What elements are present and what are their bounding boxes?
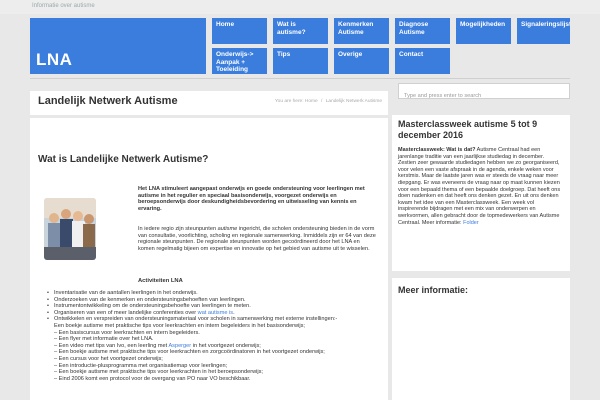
content-heading: Wat is Landelijke Netwerk Autisme? [38, 154, 209, 165]
intro-text: Het LNA stimuleert aangepast onderwijs e… [138, 186, 365, 212]
list-item-text: . [233, 309, 235, 316]
masterclass-body: Autisme Centraal had een jarenlange trad… [398, 147, 561, 226]
sub-item-text: in het voortgezet onderwijs; [191, 342, 261, 349]
page-title-bar: Landelijk Netwerk Autisme You are here: … [30, 91, 388, 115]
breadcrumb-current: Landelijk Netwerk Autisme [325, 99, 382, 104]
list-item: Instrumentontwikkeling om de ondersteuni… [46, 303, 376, 310]
wat-autisme-is-link[interactable]: wat autisme is [198, 310, 233, 316]
breadcrumb-separator: / [321, 99, 323, 104]
sub-item: – Een introductie-plusprogramma met orga… [54, 362, 228, 369]
main-content: Wat is Landelijke Netwerk Autisme? Het L… [30, 118, 388, 400]
top-bar: Informatie over autisme [0, 0, 600, 14]
masterclass-widget: Masterclassweek autisme 5 tot 9 december… [392, 115, 570, 271]
nav-wat-is-autisme[interactable]: Wat is autisme? [273, 18, 328, 44]
page-title: Landelijk Netwerk Autisme [38, 95, 178, 107]
nav-overige[interactable]: Overige [334, 48, 389, 74]
masterclass-lead: Masterclassweek: Wat is dat? [398, 147, 476, 153]
breadcrumb-prefix: You are here: [274, 99, 304, 104]
site-tagline: Informatie over autisme [32, 3, 95, 9]
nav-home[interactable]: Home [212, 18, 267, 44]
sub-item: – Een cursus voor het voortgezet onderwi… [54, 355, 163, 362]
header-divider [30, 78, 570, 79]
sub-item: – Eind 2006 komt een protocol voor de ov… [54, 375, 251, 382]
nav-diagnose[interactable]: Diagnose Autisme [395, 18, 450, 44]
nav-signaleringslijsten[interactable]: Signaleringslijsten [517, 18, 570, 44]
list-item: Organiseren van een of meer landelijke c… [46, 310, 376, 317]
sub-item: – Een boekje autisme met praktische tips… [54, 369, 263, 376]
para-emphasis: autisme [217, 226, 238, 232]
nav-kenmerken[interactable]: Kenmerken Autisme [334, 18, 389, 44]
sub-item: – Een boekje autisme met praktische tips… [54, 349, 325, 356]
meer-informatie-title: Meer informatie: [398, 285, 469, 295]
masterclass-text: Masterclassweek: Wat is dat? Autisme Cen… [398, 147, 562, 226]
sub-item: – Een video met tips van Ivo, een leerli… [46, 343, 376, 350]
list-item: Inventarisatie van de aantallen leerling… [46, 290, 376, 297]
sub-item: – Een flyer met informatie over het LNA. [54, 336, 154, 343]
search-input[interactable] [399, 89, 569, 103]
nav-tips[interactable]: Tips [273, 48, 328, 74]
breadcrumb: You are here: Home / Landelijk Netwerk A… [275, 99, 382, 104]
list-item: Onderzoeken van de kenmerken en onderste… [46, 297, 376, 304]
para-before: In iedere regio zijn steunpunten [138, 226, 218, 232]
list-item-text: Organiseren van een of meer landelijke c… [54, 309, 198, 316]
breadcrumb-home[interactable]: Home [305, 99, 318, 104]
nav-contact[interactable]: Contact [395, 48, 450, 74]
asperger-link[interactable]: Asperger [168, 343, 191, 349]
folder-link[interactable]: Folder [463, 220, 479, 226]
logo-text[interactable]: LNA [36, 50, 72, 70]
site-logo[interactable]: LNA [30, 18, 206, 74]
activities-heading: Activiteiten LNA [138, 278, 183, 284]
activities-list: Inventarisatie van de aantallen leerling… [46, 290, 376, 382]
sub-item: – Een basiscursus voor leerkrachten en i… [54, 329, 200, 336]
list-item: Ontwikkelen en verspreiden van ondersteu… [46, 316, 376, 323]
sub-item: Een boekje autisme met praktische tips v… [54, 322, 305, 329]
meer-informatie-widget: Meer informatie: [392, 278, 570, 400]
children-photo [44, 198, 96, 260]
search-box[interactable] [398, 83, 570, 103]
sub-item-text: – Een video met tips van Ivo, een leerli… [54, 342, 169, 349]
steunpunten-paragraph: In iedere regio zijn steunpunten autisme… [138, 226, 378, 252]
nav-onderwijs[interactable]: Onderwijs-> Aanpak + Toeleiding [212, 48, 267, 74]
nav-mogelijkheden[interactable]: Mogelijkheden [456, 18, 511, 44]
masterclass-title: Masterclassweek autisme 5 tot 9 december… [398, 119, 538, 140]
